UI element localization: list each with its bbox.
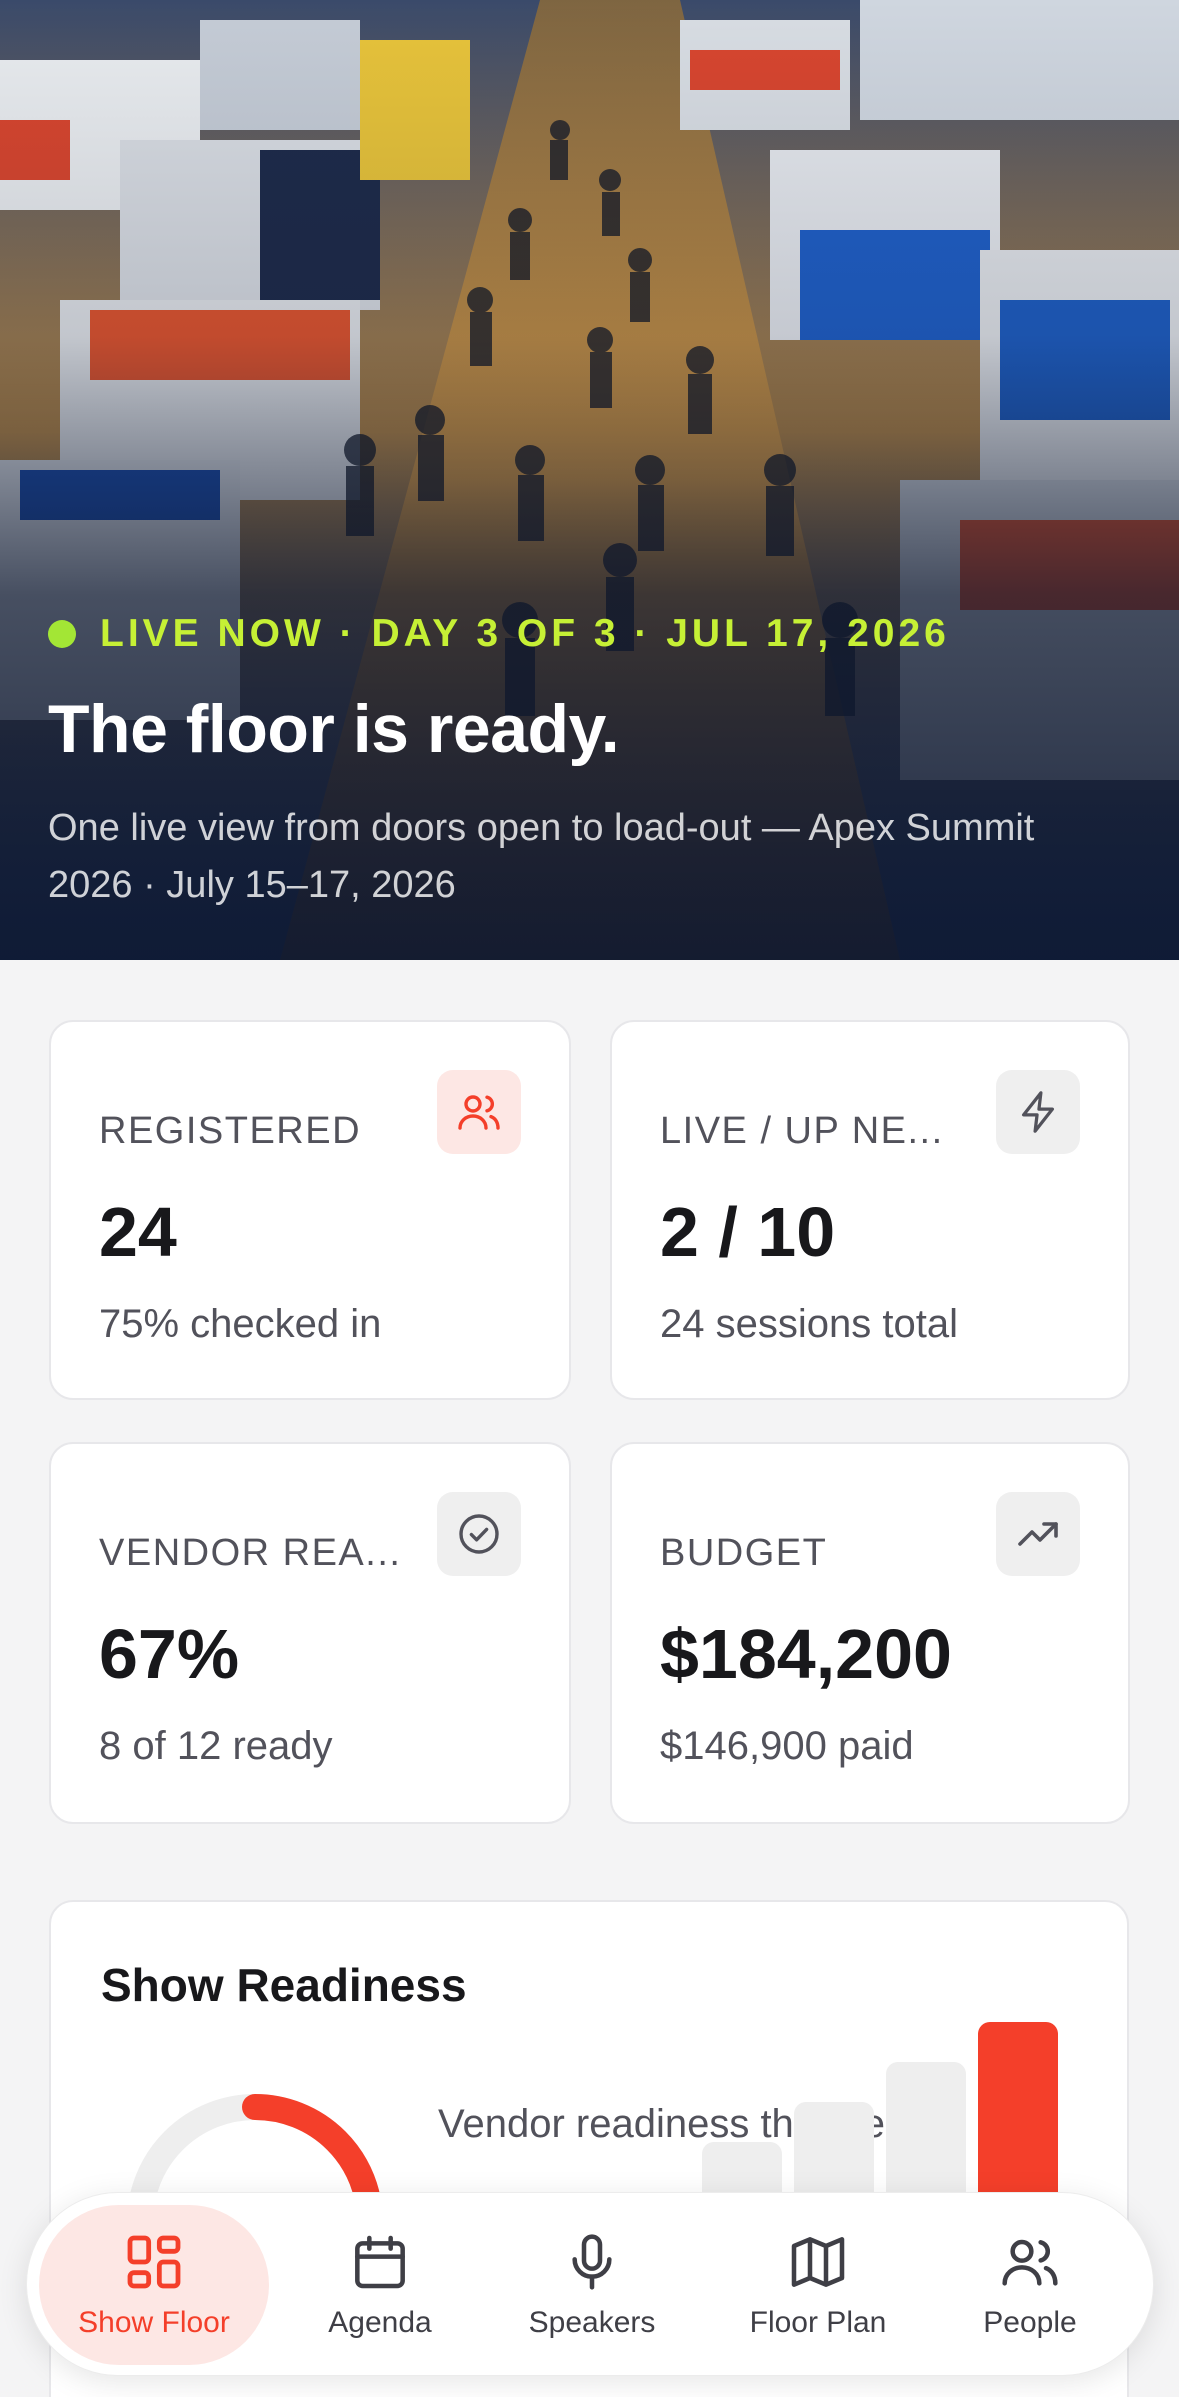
stat-value: $184,200 xyxy=(660,1615,952,1693)
hero-subtitle: One live view from doors open to load-ou… xyxy=(48,807,1035,906)
hero-banner: LIVE NOW · DAY 3 OF 3 · JUL 17, 2026 The… xyxy=(0,0,1179,960)
stat-subtext: 75% checked in xyxy=(99,1302,382,1346)
nav-speakers[interactable]: Speakers xyxy=(477,2205,707,2365)
stat-label: REGISTERED xyxy=(99,1110,362,1152)
bottom-navigation: Show Floor Agenda Speakers Floor Plan Pe… xyxy=(26,2192,1154,2376)
check-circle-icon xyxy=(437,1492,521,1576)
grid-icon xyxy=(127,2235,181,2289)
stat-value: 67% xyxy=(99,1615,240,1693)
stat-subtext: $146,900 paid xyxy=(660,1724,914,1768)
stat-card-registered[interactable]: REGISTERED 24 75% checked in xyxy=(49,1020,571,1400)
nav-label: Show Floor xyxy=(78,2306,230,2339)
stat-label: VENDOR REA... xyxy=(99,1532,402,1574)
stat-card-budget[interactable]: BUDGET $184,200 $146,900 paid xyxy=(610,1442,1130,1824)
live-indicator-icon xyxy=(48,620,76,648)
stat-label: LIVE / UP NE... xyxy=(660,1110,944,1152)
nav-show-floor[interactable]: Show Floor xyxy=(39,2205,269,2365)
map-icon xyxy=(791,2237,845,2287)
stat-subtext: 24 sessions total xyxy=(660,1302,958,1346)
microphone-icon xyxy=(572,2234,612,2290)
nav-label: Speakers xyxy=(528,2306,656,2339)
calendar-icon xyxy=(355,2235,405,2289)
stat-label: BUDGET xyxy=(660,1532,828,1574)
nav-label: Floor Plan xyxy=(749,2306,887,2339)
trending-up-icon xyxy=(996,1492,1080,1576)
stat-card-vendor-readiness[interactable]: VENDOR REA... 67% 8 of 12 ready xyxy=(49,1442,571,1824)
nav-label: Agenda xyxy=(328,2306,432,2339)
nav-people[interactable]: People xyxy=(915,2205,1145,2365)
stat-card-live-sessions[interactable]: LIVE / UP NE... 2 / 10 24 sessions total xyxy=(610,1020,1130,1400)
nav-floor-plan[interactable]: Floor Plan xyxy=(703,2205,933,2365)
nav-label: People xyxy=(983,2306,1077,2339)
stat-value: 24 xyxy=(99,1193,177,1271)
stat-subtext: 8 of 12 ready xyxy=(99,1724,333,1768)
people-icon xyxy=(1002,2239,1058,2286)
lightning-icon xyxy=(996,1070,1080,1154)
nav-agenda[interactable]: Agenda xyxy=(265,2205,495,2365)
stat-value: 2 / 10 xyxy=(660,1193,836,1271)
live-status-text: LIVE NOW · DAY 3 OF 3 · JUL 17, 2026 xyxy=(100,612,950,655)
section-title: Show Readiness xyxy=(101,1959,467,2011)
live-status: LIVE NOW · DAY 3 OF 3 · JUL 17, 2026 xyxy=(48,612,950,656)
users-icon xyxy=(437,1070,521,1154)
hero-title: The floor is ready. xyxy=(48,691,620,767)
